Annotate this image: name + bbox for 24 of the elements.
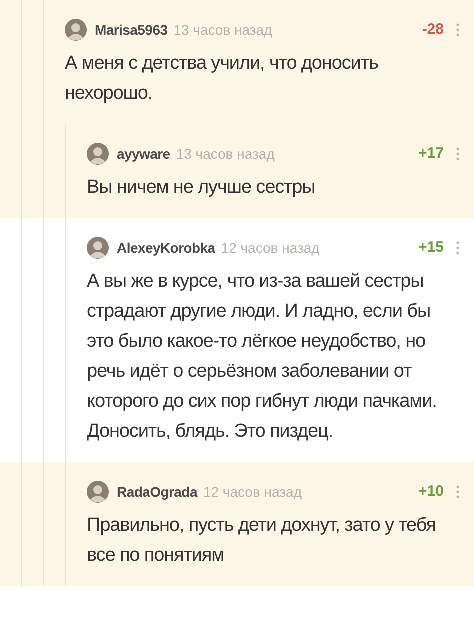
more-icon[interactable]: [456, 485, 460, 499]
timestamp: 13 часов назад: [176, 144, 275, 164]
more-icon[interactable]: [456, 241, 460, 255]
rating: +10: [418, 482, 444, 502]
comment-text: Правильно, пусть дети дохнут, зато у тебя все по понятиям: [87, 514, 437, 568]
comment-text: А вы же в курсе, что из-за вашей сестры страдают другие люди. И ладно, если бы это было какое-то лёгкое неудобство, но речь идёт о серьёзном заболевании от которого до сих пор гибнут люди пачками. Доносить, блядь. Это пиздец.: [87, 270, 438, 444]
username[interactable]: RadaOgrada: [117, 482, 198, 502]
rating: -28: [422, 20, 444, 40]
avatar: [87, 143, 109, 165]
avatar: [87, 237, 109, 259]
username[interactable]: Marisa5963: [95, 20, 168, 40]
rating: +15: [418, 238, 444, 258]
more-icon[interactable]: [456, 147, 460, 161]
comment-text: А меня с детства учили, что доносить нехорошо.: [65, 52, 380, 106]
username[interactable]: AlexeyKorobka: [117, 238, 216, 258]
rating: +17: [418, 144, 444, 164]
comment-text: Вы ничем не лучше сестры: [87, 176, 316, 200]
avatar: [87, 481, 109, 503]
timestamp: 13 часов назад: [174, 20, 272, 40]
more-icon[interactable]: [456, 23, 460, 37]
avatar: [65, 19, 87, 41]
username[interactable]: ayyware: [117, 144, 170, 164]
timestamp: 12 часов назад: [203, 482, 302, 502]
timestamp: 12 часов назад: [221, 238, 320, 258]
